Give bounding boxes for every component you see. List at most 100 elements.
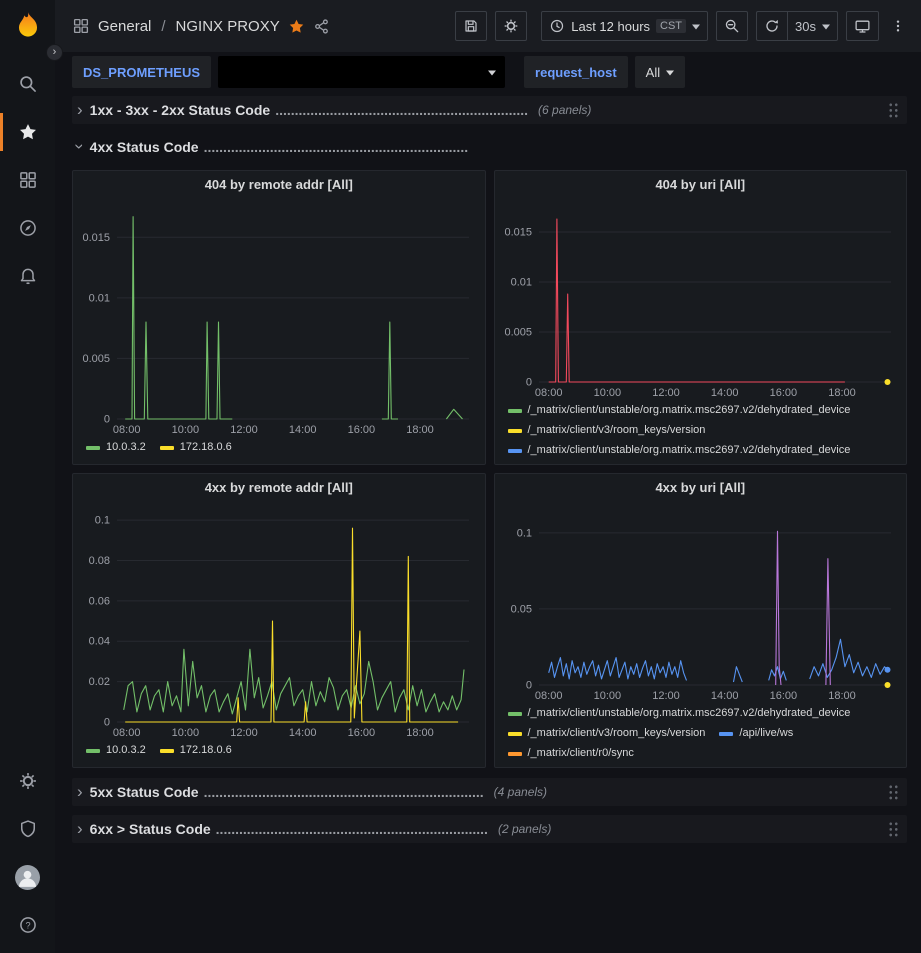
request-host-variable-select[interactable]: All xyxy=(635,56,685,88)
datasource-variable-label[interactable]: DS_PROMETHEUS xyxy=(72,56,211,88)
panel-title[interactable]: 4xx by uri [All] xyxy=(495,474,907,500)
legend-item[interactable]: /_matrix/client/v3/room_keys/version xyxy=(508,725,706,742)
panel-grid: 404 by remote addr [All] 00.0050.010.0150… xyxy=(72,170,907,768)
row-title: 4xx Status Code xyxy=(90,139,199,155)
row-title-leader: ........................................… xyxy=(204,784,484,800)
legend-item[interactable]: 10.0.3.2 xyxy=(86,439,146,456)
chevron-right-icon: › xyxy=(77,101,83,118)
legend-label: /_matrix/client/v3/room_keys/version xyxy=(528,422,706,439)
sidebar-item-search[interactable] xyxy=(0,60,55,108)
sidebar-item-explore[interactable] xyxy=(0,204,55,252)
chevron-down-icon xyxy=(822,24,830,33)
grafana-logo[interactable] xyxy=(11,10,45,44)
template-variables-bar: DS_PROMETHEUS request_host All xyxy=(55,52,921,92)
svg-text:08:00: 08:00 xyxy=(534,690,562,702)
panel-title[interactable]: 404 by remote addr [All] xyxy=(73,171,485,197)
svg-text:0.05: 0.05 xyxy=(510,603,531,615)
sidebar-item-configuration[interactable] xyxy=(0,757,55,805)
legend-item[interactable]: /_matrix/client/unstable/org.matrix.msc2… xyxy=(508,402,851,419)
drag-handle-icon[interactable] xyxy=(888,784,899,801)
breadcrumb-title[interactable]: NGINX PROXY xyxy=(176,18,280,35)
legend-item[interactable]: /_matrix/client/v3/room_keys/version xyxy=(508,422,706,439)
zoom-out-icon xyxy=(724,18,740,34)
chevron-right-icon: › xyxy=(77,820,83,837)
row-panel-count: (2 panels) xyxy=(498,822,551,836)
zoom-out-button[interactable] xyxy=(716,11,748,41)
legend-item[interactable]: 172.18.0.6 xyxy=(160,742,232,759)
sidebar-item-alerting[interactable] xyxy=(0,252,55,300)
legend-label: /_matrix/client/unstable/org.matrix.msc2… xyxy=(528,705,851,722)
svg-text:10:00: 10:00 xyxy=(593,387,621,399)
panel-chart[interactable]: 00.020.040.060.080.108:0010:0012:0014:00… xyxy=(73,500,485,740)
svg-text:10:00: 10:00 xyxy=(593,690,621,702)
svg-text:14:00: 14:00 xyxy=(710,690,738,702)
drag-handle-icon[interactable] xyxy=(888,102,899,119)
panel-legend: 10.0.3.2 172.18.0.6 xyxy=(73,437,485,464)
drag-handle-icon[interactable] xyxy=(888,821,899,838)
svg-text:14:00: 14:00 xyxy=(289,424,317,436)
legend-label: 172.18.0.6 xyxy=(180,439,232,456)
panel-title[interactable]: 404 by uri [All] xyxy=(495,171,907,197)
time-range-picker[interactable]: Last 12 hours CST xyxy=(541,11,708,41)
svg-text:08:00: 08:00 xyxy=(113,727,141,739)
legend-item[interactable]: /_matrix/client/unstable/org.matrix.msc2… xyxy=(508,705,851,722)
legend-item[interactable]: /_matrix/client/r0/sync xyxy=(508,745,634,762)
row-title: 6xx > Status Code xyxy=(90,821,211,837)
panel-chart[interactable]: 00.0050.010.01508:0010:0012:0014:0016:00… xyxy=(73,197,485,437)
sidebar-item-help[interactable]: ? xyxy=(0,901,55,949)
row-title-leader: ........................................… xyxy=(216,821,488,837)
tv-mode-button[interactable] xyxy=(846,11,879,41)
legend-label: /_matrix/client/v3/room_keys/version xyxy=(528,725,706,742)
nav-actions: Last 12 hours CST 30s xyxy=(455,11,909,41)
legend-item[interactable]: /_matrix/client/unstable/org.matrix.msc2… xyxy=(508,442,851,459)
svg-text:12:00: 12:00 xyxy=(230,424,258,436)
sidebar-item-profile[interactable] xyxy=(0,853,55,901)
legend-item[interactable]: 10.0.3.2 xyxy=(86,742,146,759)
search-icon xyxy=(18,74,38,94)
sidebar-expand-button[interactable]: › xyxy=(46,44,63,61)
legend-item[interactable]: /_matrix/client/unstable/org.matrix.msc2… xyxy=(508,765,851,767)
panel-chart[interactable]: 00.0050.010.01508:0010:0012:0014:0016:00… xyxy=(495,197,907,400)
datasource-variable-select[interactable] xyxy=(218,56,505,88)
shield-icon xyxy=(18,819,38,839)
favorite-star-icon[interactable] xyxy=(288,18,305,35)
svg-text:18:00: 18:00 xyxy=(406,424,434,436)
sidebar-item-dashboards[interactable] xyxy=(0,156,55,204)
save-dashboard-button[interactable] xyxy=(455,11,487,41)
dashboard-row-5xx[interactable]: › 5xx Status Code ......................… xyxy=(72,778,907,806)
svg-text:0.02: 0.02 xyxy=(89,676,110,688)
sidebar-item-server-admin[interactable] xyxy=(0,805,55,853)
chart-svg: 00.0050.010.01508:0010:0012:0014:0016:00… xyxy=(73,197,485,437)
share-icon[interactable] xyxy=(313,18,330,35)
dashboard-row-1xx-3xx-2xx[interactable]: › 1xx - 3xx - 2xx Status Code ..........… xyxy=(72,96,907,124)
legend-label: /_matrix/client/unstable/org.matrix.msc2… xyxy=(528,402,851,419)
svg-text:18:00: 18:00 xyxy=(406,727,434,739)
refresh-interval-dropdown[interactable]: 30s xyxy=(787,11,838,41)
series-color-swatch xyxy=(86,446,100,450)
monitor-icon xyxy=(854,18,871,35)
svg-text:0.015: 0.015 xyxy=(82,232,110,244)
chevron-down-icon xyxy=(488,70,496,79)
dashboard-row-4xx[interactable]: › 4xx Status Code ......................… xyxy=(72,133,907,161)
breadcrumb: General / NGINX PROXY xyxy=(72,17,330,35)
svg-text:14:00: 14:00 xyxy=(710,387,738,399)
legend-item[interactable]: 172.18.0.6 xyxy=(160,439,232,456)
panel-chart[interactable]: 00.050.108:0010:0012:0014:0016:0018:00 xyxy=(495,500,907,703)
legend-item[interactable]: /_matrix/client/v3/room_keys/version xyxy=(508,462,706,464)
legend-item[interactable]: /sw.js xyxy=(719,462,766,464)
sidebar-item-starred[interactable] xyxy=(0,108,55,156)
series-color-swatch xyxy=(508,712,522,716)
svg-text:16:00: 16:00 xyxy=(348,424,376,436)
refresh-button[interactable] xyxy=(756,11,787,41)
breadcrumb-section[interactable]: General xyxy=(98,18,151,35)
panel-title[interactable]: 4xx by remote addr [All] xyxy=(73,474,485,500)
legend-label: 10.0.3.2 xyxy=(106,742,146,759)
request-host-variable-label[interactable]: request_host xyxy=(524,56,628,88)
legend-item[interactable]: /api/live/ws xyxy=(719,725,793,742)
dashboard-settings-button[interactable] xyxy=(495,11,527,41)
dashboard-row-6xx[interactable]: › 6xx > Status Code ....................… xyxy=(72,815,907,843)
compass-icon xyxy=(18,218,38,238)
time-range-label: Last 12 hours xyxy=(571,19,650,34)
kebab-menu-button[interactable] xyxy=(887,11,909,41)
avatar xyxy=(15,865,40,890)
